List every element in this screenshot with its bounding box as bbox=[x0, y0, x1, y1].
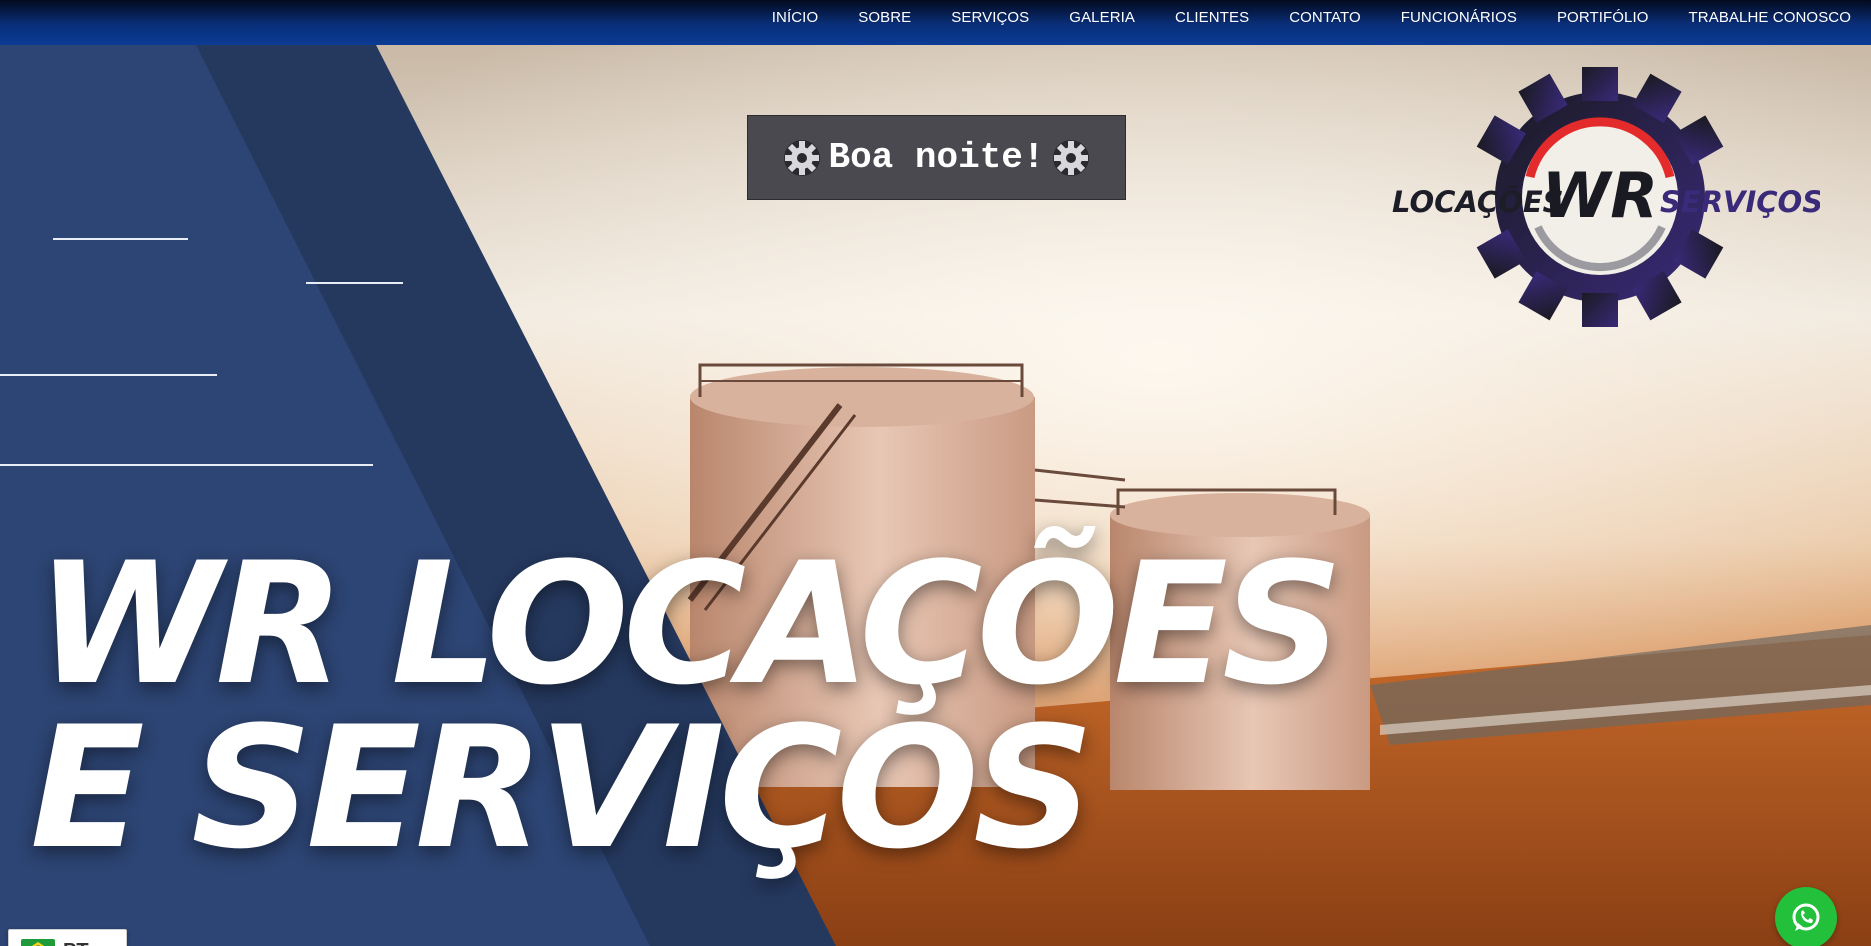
decorative-line bbox=[53, 238, 188, 240]
gear-icon bbox=[784, 139, 821, 176]
nav-menu: INÍCIO SOBRE SERVIÇOS GALERIA CLIENTES C… bbox=[752, 0, 1871, 34]
language-switcher[interactable]: PT ^ bbox=[8, 929, 127, 946]
gear-icon bbox=[1052, 139, 1089, 176]
nav-link-sobre[interactable]: SOBRE bbox=[838, 9, 931, 26]
decorative-line bbox=[306, 282, 403, 284]
nav-link-contato[interactable]: CONTATO bbox=[1269, 9, 1381, 26]
hero-section: Boa noite! LOCAÇÕES WR SERVIÇOS WR LOCAÇ… bbox=[0, 45, 1871, 946]
whatsapp-icon bbox=[1792, 903, 1820, 931]
language-code: PT bbox=[63, 940, 89, 946]
whatsapp-button[interactable] bbox=[1775, 887, 1837, 946]
greeting-banner: Boa noite! bbox=[747, 115, 1126, 200]
nav-link-servicos[interactable]: SERVIÇOS bbox=[931, 9, 1049, 26]
nav-link-clientes[interactable]: CLIENTES bbox=[1155, 9, 1269, 26]
top-navbar: INÍCIO SOBRE SERVIÇOS GALERIA CLIENTES C… bbox=[0, 0, 1871, 45]
nav-link-galeria[interactable]: GALERIA bbox=[1049, 9, 1155, 26]
logo-left-text: LOCAÇÕES bbox=[1392, 185, 1564, 219]
hero-headline: WR LOCAÇÕES E SERVIÇOS bbox=[30, 540, 1343, 872]
decorative-line bbox=[0, 464, 373, 466]
greeting-text: Boa noite! bbox=[828, 137, 1045, 178]
company-logo[interactable]: LOCAÇÕES WR SERVIÇOS bbox=[1370, 67, 1820, 327]
logo-monogram: WR bbox=[1542, 159, 1658, 232]
logo-right-text: SERVIÇOS bbox=[1660, 185, 1820, 219]
headline-line-2: E SERVIÇOS bbox=[30, 690, 1094, 886]
decorative-line bbox=[0, 374, 217, 376]
nav-link-portifolio[interactable]: PORTIFÓLIO bbox=[1537, 9, 1669, 26]
brazil-flag-icon bbox=[21, 939, 55, 946]
nav-link-funcionarios[interactable]: FUNCIONÁRIOS bbox=[1381, 9, 1537, 26]
nav-link-inicio[interactable]: INÍCIO bbox=[752, 9, 838, 26]
nav-link-trabalhe-conosco[interactable]: TRABALHE CONOSCO bbox=[1669, 9, 1871, 26]
